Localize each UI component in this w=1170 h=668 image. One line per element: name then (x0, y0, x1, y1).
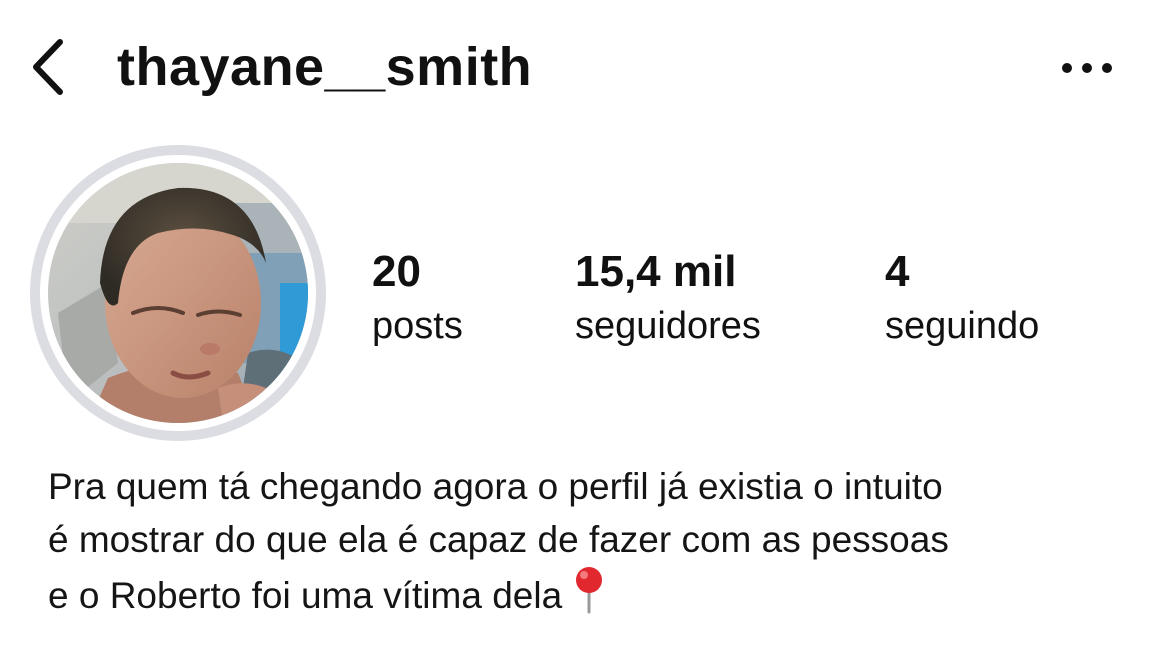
chevron-left-icon (33, 39, 63, 95)
bio-line: Pra quem tá chegando agora o perfil já e… (48, 466, 943, 507)
avatar[interactable] (30, 145, 326, 441)
followers-count: 15,4 mil (575, 247, 737, 296)
bio-line-text: e o Roberto foi uma vítima dela (48, 575, 563, 616)
back-button[interactable] (22, 36, 74, 98)
followers-label: seguidores (575, 305, 761, 347)
posts-count: 20 (372, 247, 421, 296)
more-horizontal-icon (1062, 63, 1112, 73)
profile-header: thayane__smith (0, 0, 1170, 130)
following-count: 4 (885, 247, 910, 296)
round-pushpin-icon (576, 567, 603, 614)
avatar-border (40, 155, 316, 431)
following-label: seguindo (885, 305, 1040, 347)
avatar-photo (48, 163, 308, 423)
bio-line: e o Roberto foi uma vítima dela (48, 566, 1148, 622)
profile-bio: Pra quem tá chegando agora o perfil já e… (48, 460, 1148, 622)
profile-username: thayane__smith (117, 37, 533, 97)
more-options-button[interactable] (1052, 48, 1122, 88)
bio-line: é mostrar do que ela é capaz de fazer co… (48, 519, 949, 560)
stat-followers[interactable]: 15,4 mil seguidores (575, 247, 761, 351)
stat-following[interactable]: 4 seguindo (885, 247, 1039, 351)
posts-label: posts (372, 305, 463, 347)
stat-posts[interactable]: 20 posts (372, 247, 463, 351)
